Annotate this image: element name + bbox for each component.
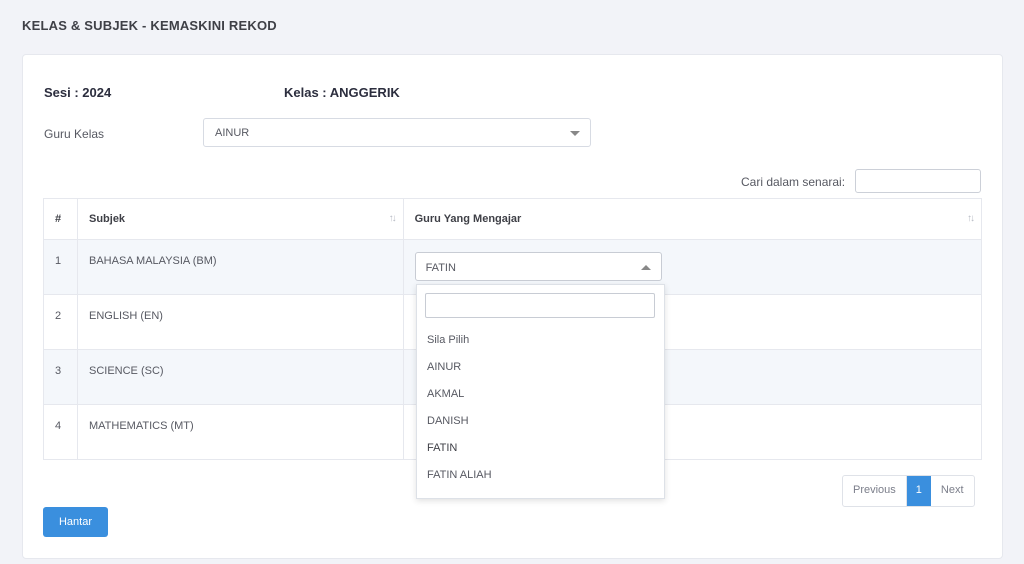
row-number: 3 bbox=[43, 349, 78, 405]
row-subject: ENGLISH (EN) bbox=[76, 294, 404, 350]
dropdown-option[interactable]: AINUR bbox=[417, 354, 664, 381]
caret-down-icon bbox=[570, 131, 580, 136]
column-header-number: # bbox=[43, 198, 78, 240]
row-number: 2 bbox=[43, 294, 78, 350]
guru-kelas-label: Guru Kelas bbox=[44, 127, 105, 141]
search-input[interactable] bbox=[855, 169, 981, 193]
row-subject: MATHEMATICS (MT) bbox=[76, 404, 404, 460]
table-header-row: # Subjek ↑↓ Guru Yang Mengajar ↑↓ bbox=[43, 198, 983, 240]
teacher-dropdown: Sila Pilih AINUR AKMAL DANISH FATIN FATI… bbox=[416, 284, 665, 499]
caret-up-icon bbox=[640, 265, 651, 270]
dropdown-option[interactable]: FATIN ALIAH bbox=[417, 462, 664, 489]
row-subject: BAHASA MALAYSIA (BM) bbox=[76, 239, 404, 295]
pagination: Previous 1 Next bbox=[842, 475, 975, 507]
guru-kelas-select[interactable]: AINUR bbox=[203, 118, 591, 147]
form-card: Sesi : 2024 Kelas : ANGGERIK Guru Kelas … bbox=[22, 54, 1003, 559]
dropdown-search-input[interactable] bbox=[425, 293, 655, 318]
dropdown-option-selected[interactable]: FATIN bbox=[417, 435, 664, 462]
sesi-label: Sesi : 2024 bbox=[44, 85, 112, 100]
pagination-page-1[interactable]: 1 bbox=[906, 476, 931, 506]
page-title: KELAS & SUBJEK - KEMASKINI REKOD bbox=[22, 18, 277, 33]
search-label: Cari dalam senarai: bbox=[741, 175, 846, 189]
guru-kelas-value: AINUR bbox=[215, 127, 250, 139]
teacher-select-value: FATIN bbox=[425, 262, 456, 274]
column-header-guru[interactable]: Guru Yang Mengajar ↑↓ bbox=[402, 198, 983, 240]
dropdown-options: Sila Pilih AINUR AKMAL DANISH FATIN FATI… bbox=[417, 327, 664, 489]
submit-button[interactable]: Hantar bbox=[43, 507, 108, 537]
sort-arrows-icon: ↑↓ bbox=[967, 213, 975, 224]
row-number: 4 bbox=[43, 404, 78, 460]
column-header-subjek[interactable]: Subjek ↑↓ bbox=[76, 198, 404, 240]
dropdown-option[interactable]: Sila Pilih bbox=[417, 327, 664, 354]
teacher-select[interactable]: FATIN bbox=[414, 252, 662, 281]
pagination-previous[interactable]: Previous bbox=[843, 476, 907, 506]
pagination-next[interactable]: Next bbox=[931, 476, 974, 506]
dropdown-option[interactable]: DANISH bbox=[417, 408, 664, 435]
sort-arrows-icon: ↑↓ bbox=[388, 213, 397, 224]
row-subject: SCIENCE (SC) bbox=[76, 349, 404, 405]
dropdown-option[interactable]: AKMAL bbox=[417, 381, 664, 408]
kelas-label: Kelas : ANGGERIK bbox=[284, 85, 400, 100]
row-number: 1 bbox=[43, 239, 78, 295]
